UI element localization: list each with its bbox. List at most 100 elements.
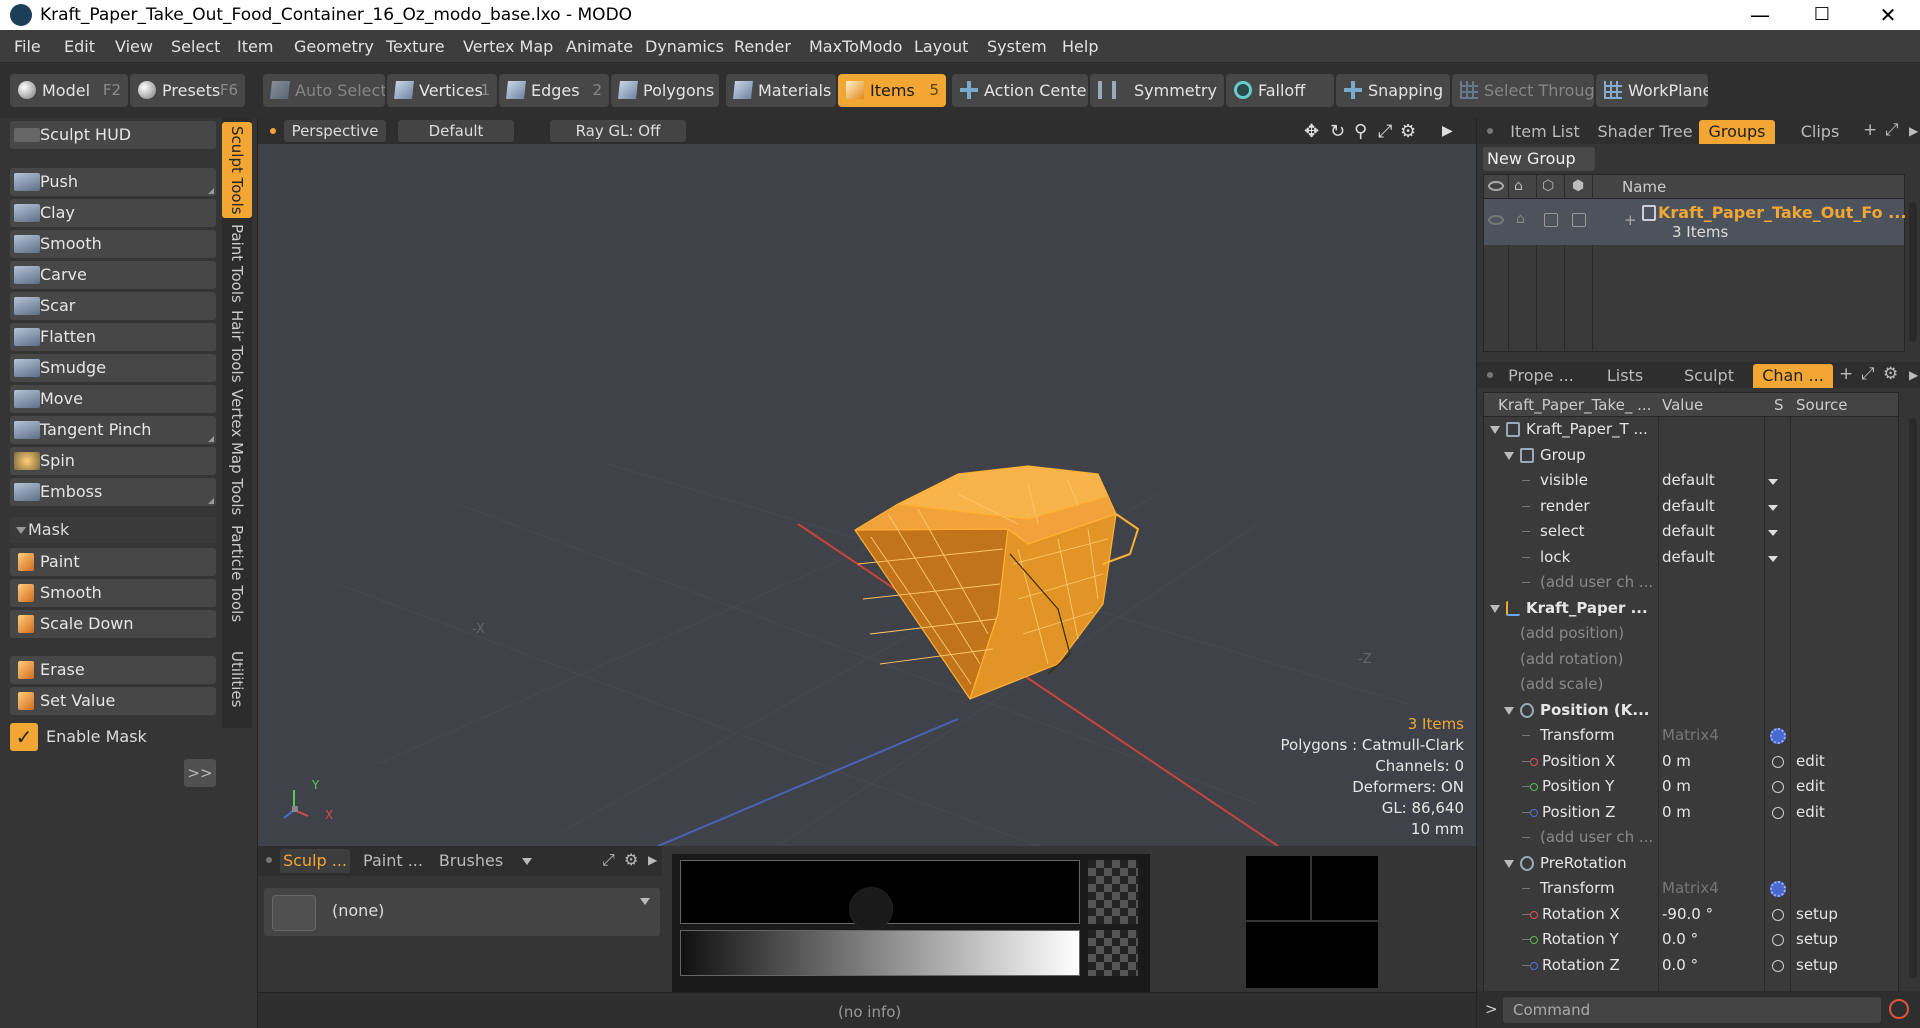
- channel-value[interactable]: 0.0 °: [1662, 930, 1698, 948]
- group-row[interactable]: ⌂ + Kraft_Paper_Take_Out_Fo ... 3 Items: [1484, 199, 1906, 245]
- channel-row[interactable]: Group: [1484, 443, 1898, 469]
- menu-system[interactable]: System: [987, 37, 1047, 56]
- channel-value[interactable]: 0 m: [1662, 752, 1691, 770]
- menu-edit[interactable]: Edit: [64, 37, 95, 56]
- tool-carve[interactable]: Carve: [10, 261, 216, 289]
- maximize-icon[interactable]: ⤢: [1861, 364, 1875, 384]
- channel-row[interactable]: (add rotation): [1484, 647, 1898, 673]
- tab-groups[interactable]: Groups: [1699, 120, 1775, 144]
- zoom-icon[interactable]: ⚲: [1354, 121, 1367, 142]
- render-icon[interactable]: ⌂: [1514, 178, 1523, 194]
- channel-row[interactable]: Position (K...: [1484, 698, 1898, 724]
- mask-tool-set-value[interactable]: Set Value: [10, 687, 216, 715]
- channel-source-header[interactable]: Source: [1796, 396, 1848, 414]
- raygl-toggle[interactable]: Ray GL: Off: [550, 120, 686, 142]
- groups-scrollbar[interactable]: [1909, 202, 1917, 342]
- tab-utilities[interactable]: Utilities: [222, 632, 252, 726]
- presets-button[interactable]: Presets F6: [130, 74, 245, 107]
- render-icon[interactable]: ⌂: [1516, 211, 1525, 227]
- channel-value[interactable]: 0 m: [1662, 777, 1691, 795]
- polygons-button[interactable]: Polygons: [611, 74, 719, 107]
- channels-scrollbar[interactable]: [1909, 418, 1917, 978]
- model-mode-button[interactable]: Model F2: [10, 74, 128, 107]
- play-icon[interactable]: ▶: [1909, 368, 1918, 382]
- close-button[interactable]: ✕: [1862, 0, 1914, 30]
- maximize-icon[interactable]: ⤢: [602, 850, 615, 870]
- menu-select[interactable]: Select: [171, 37, 220, 56]
- tool-emboss[interactable]: Emboss: [10, 478, 216, 506]
- play-icon[interactable]: ▶: [648, 853, 657, 867]
- channel-value[interactable]: default: [1662, 497, 1715, 515]
- channel-row[interactable]: (add scale): [1484, 672, 1898, 698]
- tool-push[interactable]: Push: [10, 168, 216, 196]
- items-button[interactable]: Items 5: [838, 74, 946, 107]
- takeout-container-mesh[interactable]: [854, 465, 1139, 700]
- rotate-icon[interactable]: ↻: [1330, 121, 1345, 142]
- channel-row[interactable]: Kraft_Paper ...: [1484, 596, 1898, 622]
- maximize-icon[interactable]: ⤢: [1885, 120, 1899, 140]
- channel-row[interactable]: Rotation X -90.0 ° setup: [1484, 902, 1898, 928]
- tab-vertex-map-tools[interactable]: Vertex Map Tools: [222, 388, 252, 516]
- tab-sculpt[interactable]: Sculpt: [1669, 364, 1749, 388]
- tab-particle-tools[interactable]: Particle Tools: [222, 520, 252, 628]
- lock-toggle[interactable]: [1572, 213, 1586, 227]
- record-icon[interactable]: [1889, 999, 1909, 1019]
- mask-tool-scale-down[interactable]: Scale Down: [10, 610, 216, 638]
- symmetry-button[interactable]: Symmetry: [1090, 74, 1224, 107]
- tab-brushes[interactable]: Brushes: [436, 849, 506, 873]
- channel-row[interactable]: (add user ch ...: [1484, 570, 1898, 596]
- chevron-down-icon[interactable]: [1768, 479, 1778, 485]
- channel-value[interactable]: Matrix4: [1662, 726, 1719, 744]
- materials-button[interactable]: Materials: [726, 74, 836, 107]
- chevron-down-icon[interactable]: [1768, 530, 1778, 536]
- expand-plus-icon[interactable]: +: [1624, 211, 1637, 229]
- channel-row[interactable]: Position Y 0 m edit: [1484, 774, 1898, 800]
- channel-row[interactable]: Position X 0 m edit: [1484, 749, 1898, 775]
- vertices-button[interactable]: Vertices 1: [387, 74, 497, 107]
- brush-preset-selector[interactable]: (none): [264, 888, 660, 936]
- tab-lists[interactable]: Lists: [1587, 364, 1663, 388]
- menu-file[interactable]: File: [14, 37, 41, 56]
- snapping-button[interactable]: Snapping: [1336, 74, 1450, 107]
- tab-sculpt-tools[interactable]: Sculpt Tools: [222, 122, 252, 218]
- state-circle-icon[interactable]: [1772, 755, 1784, 768]
- menu-item[interactable]: Item: [237, 37, 273, 56]
- mask-tool-erase[interactable]: Erase: [10, 656, 216, 684]
- move-icon[interactable]: ✥: [1304, 121, 1319, 142]
- menu-animate[interactable]: Animate: [566, 37, 633, 56]
- menu-view[interactable]: View: [115, 37, 153, 56]
- expand-triangle-icon[interactable]: [1504, 706, 1514, 715]
- tab-clips[interactable]: Clips: [1783, 120, 1857, 144]
- state-circle-icon[interactable]: [1772, 959, 1784, 972]
- expand-triangle-icon[interactable]: [1490, 426, 1500, 434]
- state-circle-icon[interactable]: [1772, 781, 1784, 793]
- expand-triangle-icon[interactable]: [1504, 451, 1514, 460]
- channel-row[interactable]: (add user ch ...: [1484, 825, 1898, 851]
- tool-clay[interactable]: Clay: [10, 199, 216, 227]
- expand-triangle-icon[interactable]: [1504, 859, 1514, 868]
- tool-smudge[interactable]: Smudge: [10, 354, 216, 382]
- tab-shader-tree[interactable]: Shader Tree: [1595, 120, 1695, 144]
- auto-select-button[interactable]: Auto Select: [263, 74, 385, 107]
- mask-section-header[interactable]: Mask: [10, 517, 216, 543]
- channel-row[interactable]: Rotation Y 0.0 ° setup: [1484, 927, 1898, 953]
- tab-item-list[interactable]: Item List: [1499, 120, 1591, 144]
- channel-row[interactable]: PreRotation: [1484, 851, 1898, 877]
- channel-row[interactable]: lock default: [1484, 545, 1898, 571]
- tool-smooth[interactable]: Smooth: [10, 230, 216, 258]
- channel-value[interactable]: default: [1662, 471, 1715, 489]
- tool-tangent-pinch[interactable]: Tangent Pinch: [10, 416, 216, 444]
- sculpt-hud-button[interactable]: Sculpt HUD: [10, 121, 216, 149]
- channel-row[interactable]: render default: [1484, 494, 1898, 520]
- state-circle-icon[interactable]: [1772, 908, 1784, 921]
- state-circle-icon[interactable]: [1772, 806, 1784, 819]
- new-group-button[interactable]: New Group: [1483, 147, 1595, 171]
- tab-hair-tools[interactable]: Hair Tools: [222, 308, 252, 384]
- gear-icon[interactable]: [1770, 728, 1786, 744]
- select-toggle[interactable]: [1544, 213, 1558, 227]
- tab-paint-presets[interactable]: Paint ...: [358, 849, 428, 873]
- menu-geometry[interactable]: Geometry: [294, 37, 374, 56]
- add-tab-icon[interactable]: +: [1863, 120, 1877, 140]
- state-circle-icon[interactable]: [1772, 934, 1784, 946]
- action-center-button[interactable]: Action Center: [952, 74, 1088, 107]
